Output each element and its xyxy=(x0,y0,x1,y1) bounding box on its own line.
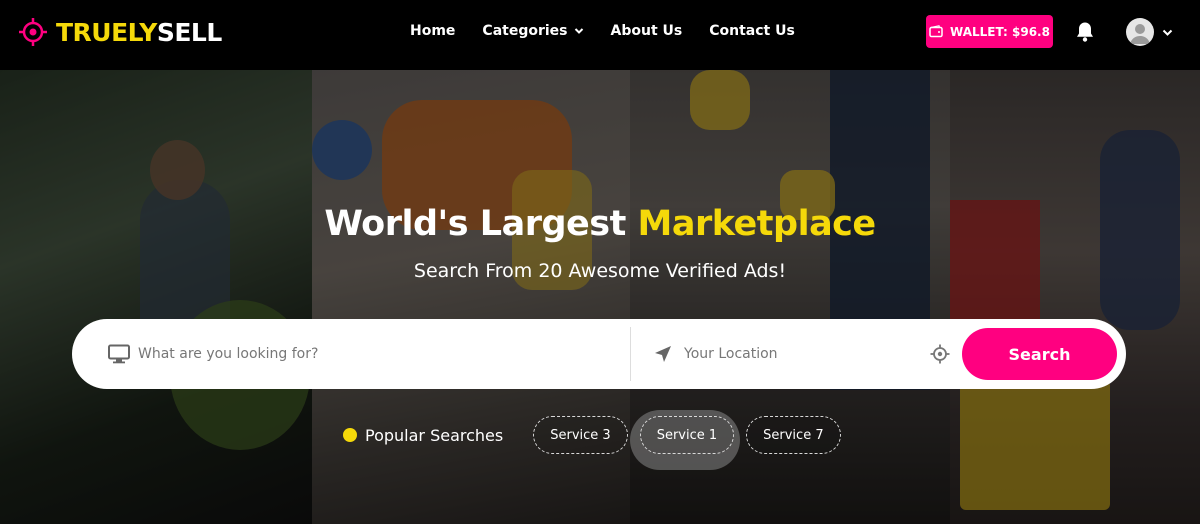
hero-title-main: World's Largest xyxy=(324,204,638,244)
wallet-label: WALLET: $96.8 xyxy=(950,24,1050,39)
popular-searches-label: Popular Searches xyxy=(365,425,504,445)
nav-categories[interactable]: Categories xyxy=(482,23,583,39)
user-avatar-icon[interactable] xyxy=(1126,18,1154,46)
crosshair-logo-icon xyxy=(19,18,47,46)
popular-dot-icon xyxy=(343,428,357,442)
wallet-icon xyxy=(929,25,943,38)
popular-tag[interactable]: Service 1 xyxy=(639,416,735,454)
hero-title: World's Largest Marketplace xyxy=(0,204,1200,244)
search-button[interactable]: Search xyxy=(962,328,1117,380)
nav-about-us[interactable]: About Us xyxy=(611,23,683,39)
keyword-search-input[interactable] xyxy=(138,339,608,369)
nav-contact-us[interactable]: Contact Us xyxy=(709,23,795,39)
brand-name: TRUELYSELL xyxy=(56,18,222,47)
brand-name-part1: TRUELY xyxy=(56,17,157,47)
search-divider xyxy=(630,327,631,381)
hero-overlay xyxy=(0,70,1200,524)
hero-banner: World's Largest Marketplace Search From … xyxy=(0,70,1200,524)
wallet-button[interactable]: WALLET: $96.8 xyxy=(926,15,1053,48)
hero-subtitle: Search From 20 Awesome Verified Ads! xyxy=(413,260,787,282)
hero-title-accent: Marketplace xyxy=(637,204,877,244)
chevron-down-icon[interactable] xyxy=(1162,28,1173,37)
avatar-silhouette-icon xyxy=(1130,24,1150,44)
bell-icon[interactable] xyxy=(1073,20,1097,44)
location-input[interactable] xyxy=(684,339,924,369)
top-navbar: TRUELYSELL Home Categories About Us Cont… xyxy=(0,0,1200,70)
search-bar: Search xyxy=(72,319,1126,389)
main-nav: Home Categories About Us Contact Us xyxy=(410,23,822,39)
monitor-icon xyxy=(108,344,130,364)
chevron-down-icon xyxy=(574,28,583,34)
popular-tag[interactable]: Service 3 xyxy=(533,416,628,454)
nav-home[interactable]: Home xyxy=(410,23,455,39)
locate-me-icon[interactable] xyxy=(930,344,950,364)
brand-logo[interactable]: TRUELYSELL xyxy=(18,17,222,47)
popular-searches: Popular Searches Service 3 Service 1 Ser… xyxy=(343,416,853,454)
brand-name-part2: SELL xyxy=(156,17,222,47)
nav-categories-label: Categories xyxy=(482,23,568,39)
navigation-arrow-icon xyxy=(655,346,671,362)
popular-tag[interactable]: Service 7 xyxy=(746,416,841,454)
